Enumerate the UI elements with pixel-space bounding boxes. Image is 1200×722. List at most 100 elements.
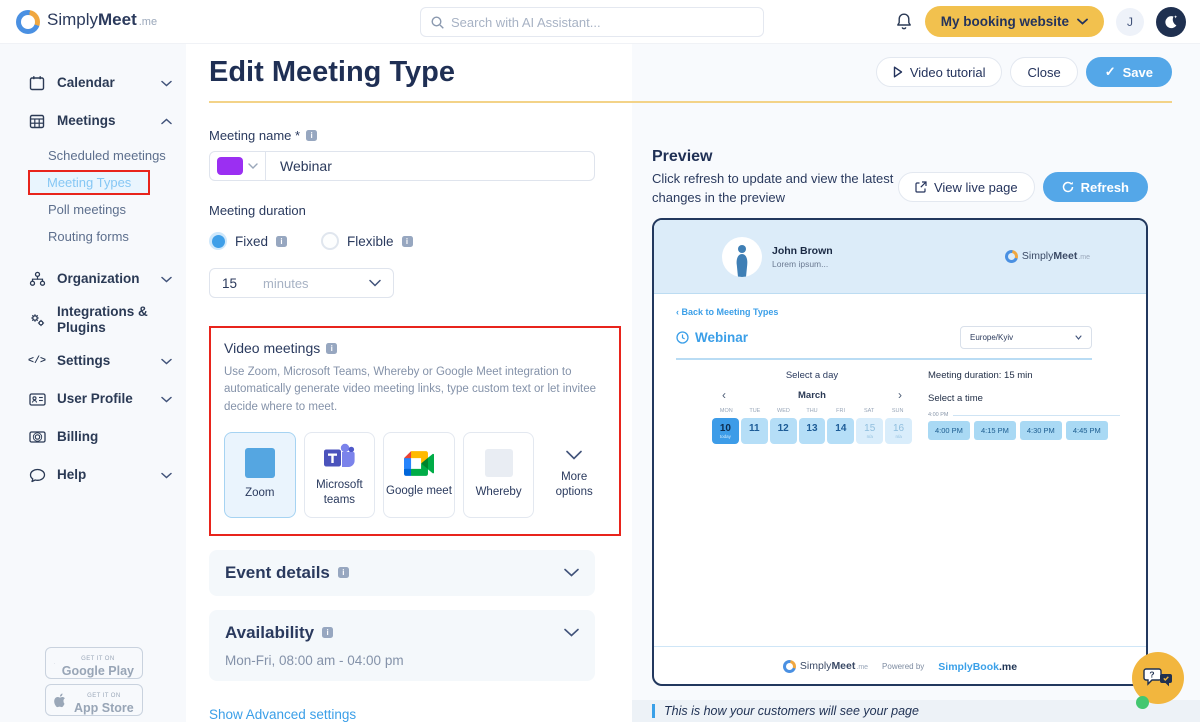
time-slot[interactable]: 4:45 PM (1066, 421, 1108, 440)
sidebar-item-billing[interactable]: Billing (0, 418, 186, 456)
sidebar-item-user-profile[interactable]: User Profile (0, 380, 186, 418)
booking-page-preview: John Brown Lorem ipsum... SimplyMeet.me … (652, 218, 1148, 686)
calendar-day[interactable]: 13 (799, 418, 826, 444)
meeting-color-picker[interactable] (210, 152, 266, 180)
meeting-duration-label: Meeting duration (209, 203, 621, 218)
sidebar-item-meeting-types[interactable]: Meeting Types (0, 169, 186, 196)
play-icon (893, 66, 903, 78)
info-icon[interactable]: i (322, 627, 333, 638)
external-link-icon (915, 181, 927, 193)
refresh-icon (1062, 181, 1074, 193)
calendar-day[interactable]: 11 (741, 418, 768, 444)
info-icon[interactable]: i (276, 236, 287, 247)
chevron-down-icon (161, 270, 172, 288)
calendar-day[interactable]: 10today (712, 418, 739, 444)
sidebar-item-help[interactable]: Help (0, 456, 186, 494)
color-swatch (217, 157, 243, 175)
chevron-down-icon (161, 74, 172, 92)
meeting-name-input[interactable] (266, 158, 594, 174)
view-live-page-button[interactable]: View live page (898, 172, 1035, 202)
video-option-google-meet[interactable]: Google meet (383, 432, 455, 518)
chevron-down-icon (161, 352, 172, 370)
footnote-band: This is how your customers will see your… (632, 700, 1200, 722)
user-avatar[interactable]: J (1116, 8, 1144, 36)
booking-button-label: My booking website (941, 14, 1069, 29)
next-month-button[interactable]: › (898, 389, 902, 401)
sidebar-item-settings[interactable]: </> Settings (0, 342, 186, 380)
sidebar-item-label: Billing (57, 429, 98, 445)
app-store-badge[interactable]: GET IT ONApp Store (45, 684, 143, 716)
microsoft-teams-icon (323, 442, 355, 470)
sidebar-item-routing-forms[interactable]: Routing forms (0, 223, 186, 250)
sidebar-item-poll-meetings[interactable]: Poll meetings (0, 196, 186, 223)
page-title: Edit Meeting Type (209, 56, 455, 89)
availability-summary: Mon-Fri, 08:00 am - 04:00 pm (225, 653, 579, 668)
refresh-button[interactable]: Refresh (1043, 172, 1148, 202)
info-icon[interactable]: i (306, 130, 317, 141)
plugins-icon (28, 312, 46, 328)
chevron-down-icon (161, 466, 172, 484)
apple-icon (54, 693, 67, 708)
video-option-more[interactable]: More options (542, 432, 606, 518)
info-icon[interactable]: i (338, 567, 349, 578)
event-details-panel[interactable]: Event details i (209, 550, 595, 596)
chevron-down-icon (564, 628, 579, 637)
preview-brand-logo: SimplyMeet.me (1005, 250, 1090, 263)
sidebar-item-calendar[interactable]: Calendar (0, 64, 186, 102)
zoom-icon (245, 448, 275, 478)
select-day-label: Select a day (712, 370, 912, 381)
dark-mode-toggle[interactable] (1156, 7, 1186, 37)
timezone-select[interactable]: Europe/Kyiv (960, 326, 1092, 349)
video-option-microsoft-teams[interactable]: Microsoft teams (304, 432, 376, 518)
calendar-day-disabled: 16n/a (885, 418, 912, 444)
sidebar-item-label: Help (57, 467, 86, 483)
preview-time-picker: Meeting duration: 15 min Select a time 4… (928, 370, 1120, 444)
video-option-whereby[interactable]: Whereby (463, 432, 535, 518)
info-icon[interactable]: i (326, 343, 337, 354)
availability-panel[interactable]: Availability i Mon-Fri, 08:00 am - 04:00… (209, 610, 595, 681)
notifications-button[interactable] (895, 12, 913, 31)
chevron-left-icon: ‹ (676, 307, 679, 317)
time-slot[interactable]: 4:00 PM (928, 421, 970, 440)
info-icon[interactable]: i (402, 236, 413, 247)
video-tutorial-button[interactable]: Video tutorial (876, 57, 1003, 87)
powered-by-label: Powered by (882, 662, 924, 671)
my-booking-website-button[interactable]: My booking website (925, 6, 1104, 37)
calendar-day-disabled: 15n/a (856, 418, 883, 444)
avatar-initial: J (1127, 15, 1133, 29)
duration-flexible-radio[interactable]: Flexible i (321, 232, 413, 250)
search-input[interactable] (451, 15, 753, 30)
sidebar-item-meetings[interactable]: Meetings (0, 102, 186, 140)
app-logo[interactable]: SimplyMeet.me (16, 10, 157, 34)
ai-search-box[interactable] (420, 7, 764, 37)
time-slot[interactable]: 4:30 PM (1020, 421, 1062, 440)
simplymeet-logo-icon (16, 10, 40, 34)
person-icon (729, 243, 755, 277)
chevron-down-icon (248, 163, 258, 169)
sidebar-item-organization[interactable]: Organization (0, 260, 186, 298)
google-play-badge[interactable]: GET IT ONGoogle Play (45, 647, 143, 679)
calendar-icon (28, 75, 46, 91)
chat-bubbles-icon: ? (1143, 665, 1173, 691)
save-button[interactable]: ✓ Save (1086, 57, 1172, 87)
preview-user-tagline: Lorem ipsum... (772, 259, 833, 269)
sidebar-item-integrations-plugins[interactable]: Integrations & Plugins (0, 298, 175, 342)
calendar-month-label: March (726, 390, 898, 401)
calendar-day[interactable]: 14 (827, 418, 854, 444)
meetings-icon (28, 113, 46, 129)
sidebar-item-scheduled-meetings[interactable]: Scheduled meetings (0, 142, 186, 169)
help-chat-icon (28, 468, 46, 483)
close-button[interactable]: Close (1010, 57, 1077, 87)
video-option-zoom[interactable]: Zoom (224, 432, 296, 518)
time-axis-label: 4:00 PM (928, 412, 948, 418)
online-status-dot (1136, 696, 1149, 709)
duration-select[interactable]: 15 minutes (209, 268, 394, 298)
show-advanced-settings-link[interactable]: Show Advanced settings (209, 707, 356, 722)
preview-user-name: John Brown (772, 245, 833, 257)
brand-simply: Simply (47, 10, 98, 30)
calendar-day[interactable]: 12 (770, 418, 797, 444)
time-slot[interactable]: 4:15 PM (974, 421, 1016, 440)
simplymeet-footer-logo: SimplyMeet.me (783, 660, 868, 673)
duration-fixed-radio[interactable]: Fixed i (209, 232, 287, 250)
back-to-meeting-types-link[interactable]: ‹ Back to Meeting Types (676, 307, 1126, 317)
